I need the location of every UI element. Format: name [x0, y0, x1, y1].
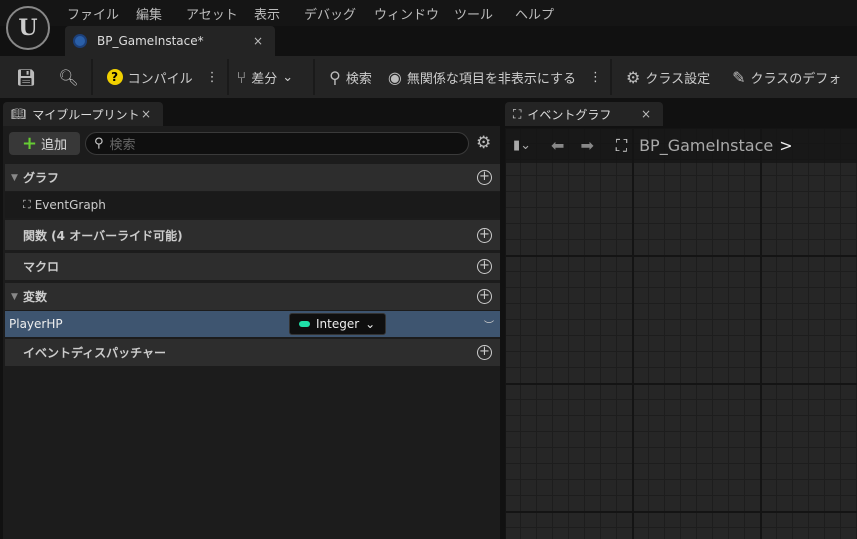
unreal-logo[interactable]: U	[6, 6, 50, 50]
compile-label: コンパイル	[127, 71, 193, 87]
more-options-icon[interactable]: ⋮	[589, 70, 602, 85]
edit-icon: ✎	[732, 67, 746, 87]
folder-search-icon: 🔍︎	[58, 67, 79, 87]
expand-arrow-icon: ▼	[11, 291, 18, 302]
variable-type-label: Integer	[316, 317, 360, 331]
graph-nav-bar: ▮⌄ ⬅ ➡ ⛶ BP_GameInstace >	[505, 128, 857, 163]
section-functions-label: 関数 (4 オーバーライド可能)	[23, 228, 183, 243]
hide-unrelated-label: 無関係な項目を非表示にする	[406, 71, 577, 87]
diff-label: 差分	[251, 71, 278, 87]
browse-button[interactable]: 🔍︎	[44, 56, 86, 98]
book-icon: 📖︎	[11, 107, 27, 121]
add-graph-icon[interactable]: +	[477, 170, 492, 185]
type-color-pill	[299, 321, 310, 327]
chevron-down-icon: ⌄	[282, 69, 294, 85]
my-blueprint-tab-label: マイブループリント	[32, 107, 140, 122]
blueprint-icon	[73, 34, 87, 48]
graph-canvas[interactable]	[505, 128, 857, 539]
add-macro-icon[interactable]: +	[477, 259, 492, 274]
breadcrumb-separator: >	[779, 136, 793, 155]
search-icon: ⚲	[329, 67, 341, 87]
add-label: 追加	[41, 138, 68, 153]
section-functions[interactable]: 関数 (4 オーバーライド可能) +	[5, 220, 500, 250]
bookmark-icon[interactable]: ▮⌄	[513, 138, 531, 153]
menu-tools[interactable]: ツール	[454, 4, 493, 23]
eventgraph-label: EventGraph	[34, 198, 106, 212]
add-dispatcher-icon[interactable]: +	[477, 345, 492, 360]
section-graphs[interactable]: ▼ グラフ +	[5, 164, 500, 191]
search-input[interactable]: ⚲ 検索	[85, 132, 469, 155]
chevron-down-icon: ⌄	[365, 317, 376, 331]
class-settings-button[interactable]: ⚙ クラス設定	[612, 56, 718, 98]
compile-status-icon: ?	[106, 69, 123, 85]
diff-button[interactable]: ⑂ 差分 ⌄	[229, 56, 302, 98]
document-tab-title: BP_GameInstace*	[97, 34, 204, 48]
find-label: 検索	[345, 71, 372, 87]
section-event-dispatchers[interactable]: イベントディスパッチャー +	[5, 339, 500, 366]
section-macros-label: マクロ	[23, 260, 60, 274]
compile-options-icon[interactable]: ⋮	[206, 70, 219, 85]
class-defaults-button[interactable]: ✎ クラスのデフォ	[718, 56, 849, 98]
save-button[interactable]: 💾︎	[0, 56, 44, 98]
find-button[interactable]: ⚲ 検索	[315, 56, 380, 98]
add-button[interactable]: + 追加	[9, 132, 80, 155]
diff-icon: ⑂	[236, 67, 247, 87]
class-defaults-label: クラスのデフォ	[750, 71, 842, 87]
variable-name: PlayerHP	[9, 317, 63, 331]
my-blueprint-tab[interactable]: 📖︎ マイブループリント ×	[3, 102, 163, 126]
compile-button[interactable]: ? コンパイル ⋮	[93, 56, 227, 98]
toolbar: 💾︎ 🔍︎ ? コンパイル ⋮ ⑂ 差分 ⌄ ⚲ 検索 ◉ 無関係な項目を非表示にする ⋮ ⚙…	[0, 56, 857, 98]
graph-icon: ⛶	[23, 198, 31, 211]
search-icon: ⚲	[94, 136, 104, 151]
add-function-icon[interactable]: +	[477, 227, 492, 243]
eye-graph-icon: ◉	[387, 67, 402, 87]
menu-asset[interactable]: アセット	[186, 4, 238, 23]
section-variables[interactable]: ▼ 変数 +	[5, 283, 500, 310]
add-variable-icon[interactable]: +	[477, 289, 492, 304]
section-macros[interactable]: マクロ +	[5, 253, 500, 280]
list-item-eventgraph[interactable]: ⛶ EventGraph	[5, 192, 500, 218]
graph-icon: ⛶	[615, 135, 628, 155]
gear-icon: ⚙	[626, 67, 641, 87]
settings-gear-icon[interactable]: ⚙	[476, 133, 491, 153]
class-settings-label: クラス設定	[645, 71, 711, 87]
menu-edit[interactable]: 編集	[136, 4, 162, 23]
close-icon[interactable]: ×	[141, 107, 151, 121]
search-placeholder: 検索	[109, 138, 136, 153]
menu-view[interactable]: 表示	[254, 4, 280, 23]
close-icon[interactable]: ×	[253, 34, 263, 48]
breadcrumb[interactable]: BP_GameInstace	[639, 136, 773, 155]
plus-icon: +	[21, 133, 38, 154]
variable-type-dropdown[interactable]: Integer ⌄	[289, 313, 386, 335]
visibility-eye-closed-icon[interactable]: ︶	[484, 317, 494, 332]
variable-row-playerhp[interactable]: PlayerHP Integer ⌄ ︶	[5, 311, 500, 337]
event-graph-tab[interactable]: ⛶ イベントグラフ ×	[505, 102, 663, 126]
expand-arrow-icon: ▼	[11, 172, 18, 183]
back-arrow-icon[interactable]: ⬅	[551, 136, 564, 155]
close-icon[interactable]: ×	[641, 107, 651, 121]
section-graphs-label: グラフ	[23, 171, 60, 185]
save-icon: 💾︎	[16, 67, 37, 87]
graph-icon: ⛶	[513, 106, 522, 121]
document-tab[interactable]: BP_GameInstace* ×	[65, 26, 275, 56]
menu-file[interactable]: ファイル	[67, 4, 119, 23]
menu-debug[interactable]: デバッグ	[304, 4, 356, 23]
event-graph-tab-label: イベントグラフ	[527, 107, 612, 122]
section-dispatchers-label: イベントディスパッチャー	[23, 346, 167, 360]
menu-window[interactable]: ウィンドウ	[374, 4, 439, 23]
menu-help[interactable]: ヘルプ	[515, 4, 554, 23]
forward-arrow-icon[interactable]: ➡	[580, 136, 593, 155]
hide-unrelated-button[interactable]: ◉ 無関係な項目を非表示にする ⋮	[380, 56, 610, 98]
section-variables-label: 変数	[23, 290, 48, 304]
